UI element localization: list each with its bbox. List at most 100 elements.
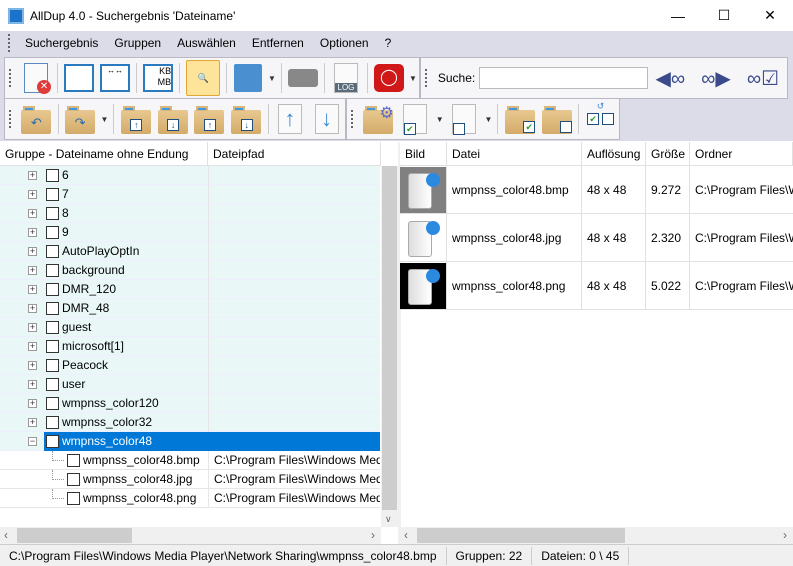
group-checkbox[interactable]: [46, 378, 59, 391]
group-checkbox[interactable]: [46, 321, 59, 334]
grip[interactable]: [8, 34, 11, 52]
expand-icon[interactable]: +: [28, 228, 37, 237]
menu-entfernen[interactable]: Entfernen: [244, 36, 312, 50]
previous-group-icon[interactable]: ↑: [194, 103, 225, 135]
expand-icon[interactable]: +: [28, 304, 37, 313]
column-header-ordner[interactable]: Ordner: [690, 141, 793, 166]
expand-icon[interactable]: +: [28, 361, 37, 370]
select-folder-icon[interactable]: ✔: [504, 103, 536, 135]
find-next-icon[interactable]: ∞▶: [701, 66, 731, 91]
close-result-icon[interactable]: ✕: [21, 62, 52, 94]
undo-folder-icon[interactable]: ↶: [21, 103, 52, 135]
tree-file-row[interactable]: wmpnss_color48.bmp C:\Program Files\Windo…: [0, 451, 380, 470]
group-checkbox[interactable]: [46, 397, 59, 410]
deselect-files-dropdown[interactable]: ▼: [485, 115, 493, 124]
up-arrow-icon[interactable]: ↑: [274, 103, 305, 135]
group-checkbox[interactable]: [46, 264, 59, 277]
group-checkbox[interactable]: [46, 359, 59, 372]
expand-icon[interactable]: +: [28, 380, 37, 389]
down-arrow-icon[interactable]: ↓: [311, 103, 342, 135]
group-checkbox[interactable]: [46, 188, 59, 201]
kb-mb-icon[interactable]: KB MB: [143, 62, 174, 94]
group-checkbox[interactable]: [46, 302, 59, 315]
select-files-icon[interactable]: ✔: [400, 103, 431, 135]
tree-group-row[interactable]: + AutoPlayOptIn: [0, 242, 380, 261]
expand-icon[interactable]: +: [28, 285, 37, 294]
deselect-folder-icon[interactable]: [541, 103, 573, 135]
tree-h-scroll-thumb[interactable]: [17, 528, 132, 543]
print-icon[interactable]: [287, 62, 318, 94]
exit-dropdown[interactable]: ▼: [409, 74, 417, 83]
grip[interactable]: [9, 69, 12, 87]
tree-group-row[interactable]: +8: [0, 204, 380, 223]
group-checkbox[interactable]: [46, 245, 59, 258]
group-checkbox[interactable]: [46, 169, 59, 182]
log-icon[interactable]: LOG: [331, 62, 361, 94]
results-h-scroll-thumb[interactable]: [417, 528, 625, 543]
menu-gruppen[interactable]: Gruppen: [106, 36, 169, 50]
menu-help[interactable]: ?: [377, 36, 400, 50]
column-width-icon[interactable]: ↔↔: [100, 62, 131, 94]
minimize-button[interactable]: —: [655, 0, 701, 31]
expand-icon[interactable]: +: [28, 323, 37, 332]
tree-group-row[interactable]: + wmpnss_color32: [0, 413, 380, 432]
tree-group-row[interactable]: +7: [0, 185, 380, 204]
tree-group-row[interactable]: + Peacock: [0, 356, 380, 375]
expand-icon[interactable]: +: [28, 190, 37, 199]
tree-file-row[interactable]: wmpnss_color48.jpg C:\Program Files\Windo…: [0, 470, 380, 489]
redo-folder-icon[interactable]: ↷: [65, 103, 96, 135]
menu-optionen[interactable]: Optionen: [312, 36, 377, 50]
columns-icon[interactable]: [63, 62, 94, 94]
tree-group-row[interactable]: +9: [0, 223, 380, 242]
maximize-button[interactable]: ☐: [701, 0, 747, 31]
expand-icon[interactable]: +: [28, 266, 37, 275]
tree-group-row[interactable]: + microsoft[1]: [0, 337, 380, 356]
group-checkbox[interactable]: [46, 207, 59, 220]
file-checkbox[interactable]: [67, 473, 80, 486]
result-row[interactable]: wmpnss_color48.png 48 x 48 5.022 C:\Program…: [400, 262, 793, 310]
column-header-aufloesung[interactable]: Auflösung: [582, 141, 646, 166]
grip[interactable]: [425, 69, 428, 87]
result-row[interactable]: wmpnss_color48.jpg 48 x 48 2.320 C:\Program…: [400, 214, 793, 262]
last-group-icon[interactable]: ↓: [157, 103, 188, 135]
close-button[interactable]: ✕: [747, 0, 793, 31]
menu-auswaehlen[interactable]: Auswählen: [169, 36, 244, 50]
select-files-dropdown[interactable]: ▼: [436, 115, 444, 124]
group-tree[interactable]: +6 +7 +8 +9 + AutoPlayOptIn + background + DMR_12…: [0, 166, 380, 527]
folder-settings-icon[interactable]: ⚙: [363, 103, 394, 135]
expand-icon[interactable]: +: [28, 247, 37, 256]
save-icon[interactable]: [233, 62, 263, 94]
menu-suchergebnis[interactable]: Suchergebnis: [17, 36, 106, 50]
tree-group-row[interactable]: + background: [0, 261, 380, 280]
expand-icon[interactable]: +: [28, 399, 37, 408]
grip[interactable]: [351, 110, 354, 128]
tree-group-row[interactable]: + DMR_48: [0, 299, 380, 318]
collapse-icon[interactable]: −: [28, 437, 37, 446]
tree-group-row[interactable]: + guest: [0, 318, 380, 337]
column-header-bild[interactable]: Bild: [400, 141, 447, 166]
expand-icon[interactable]: +: [28, 342, 37, 351]
tree-file-row[interactable]: wmpnss_color48.png C:\Program Files\Windo…: [0, 489, 380, 508]
tree-group-row[interactable]: + user: [0, 375, 380, 394]
column-header-groesse[interactable]: Größe: [646, 141, 690, 166]
find-select-icon[interactable]: ∞☑: [747, 66, 779, 91]
group-checkbox[interactable]: [46, 340, 59, 353]
column-header-datei[interactable]: Datei: [447, 141, 582, 166]
tree-group-row[interactable]: + DMR_120: [0, 280, 380, 299]
column-header-path[interactable]: Dateipfad: [208, 141, 381, 166]
expand-icon[interactable]: +: [28, 418, 37, 427]
tree-group-row[interactable]: +6: [0, 166, 380, 185]
tree-group-row[interactable]: + wmpnss_color120: [0, 394, 380, 413]
file-checkbox[interactable]: [67, 454, 80, 467]
grip[interactable]: [9, 110, 12, 128]
expand-icon[interactable]: +: [28, 171, 37, 180]
group-checkbox[interactable]: [46, 226, 59, 239]
first-group-icon[interactable]: ↑: [120, 103, 151, 135]
column-header-group[interactable]: Gruppe - Dateiname ohne Endung: [0, 141, 208, 166]
file-checkbox[interactable]: [67, 492, 80, 505]
preview-icon[interactable]: 🔍: [186, 60, 221, 96]
deselect-files-icon[interactable]: [449, 103, 480, 135]
save-dropdown[interactable]: ▼: [268, 74, 276, 83]
group-checkbox[interactable]: [46, 435, 59, 448]
expand-icon[interactable]: +: [28, 209, 37, 218]
